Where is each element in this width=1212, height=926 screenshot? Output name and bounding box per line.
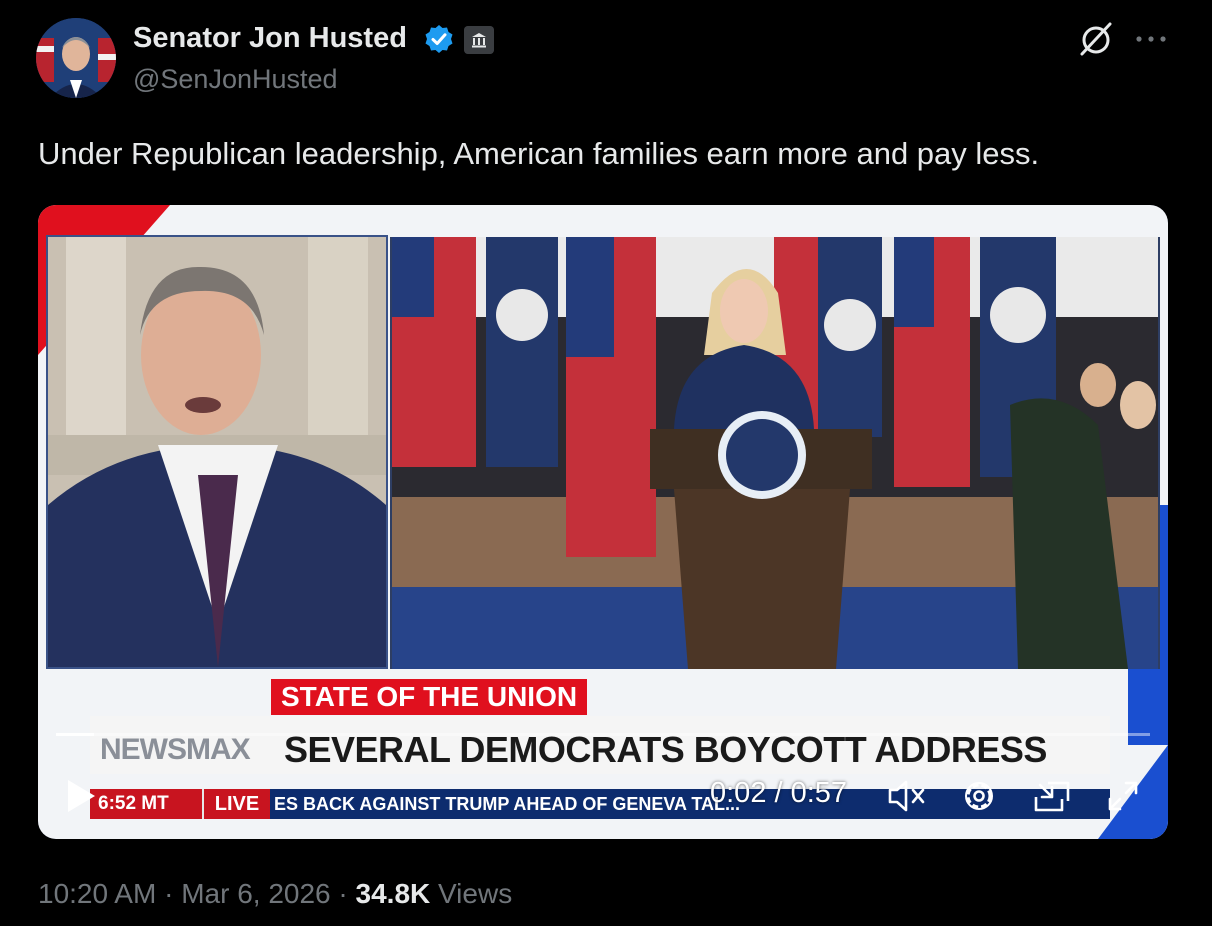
views-count[interactable]: 34.8K — [356, 878, 431, 909]
views-label: Views — [430, 878, 513, 909]
government-building-icon[interactable] — [464, 26, 494, 54]
play-button[interactable] — [64, 777, 98, 815]
live-label: LIVE — [202, 789, 270, 819]
post-date[interactable]: Mar 6, 2026 — [181, 878, 330, 909]
more-icon[interactable] — [1134, 26, 1168, 52]
author-name[interactable]: Senator Jon Husted — [133, 22, 407, 55]
channel-logo: NEWSMAX — [100, 733, 251, 766]
video-progress-bar[interactable] — [56, 733, 1150, 736]
verified-badge-icon[interactable] — [424, 24, 454, 54]
tweet-meta: 10:20 AM · Mar 6, 2026 · 34.8K Views — [38, 878, 512, 910]
tweet-text: Under Republican leadership, American fa… — [38, 136, 1040, 171]
video-player[interactable]: STATE OF THE UNION NEWSMAX SEVERAL DEMOC… — [38, 205, 1168, 839]
picture-in-picture-icon[interactable] — [1032, 777, 1072, 815]
broadcast-clock: 6:52 MT — [90, 789, 202, 819]
settings-gear-icon[interactable] — [960, 777, 998, 815]
mute-button[interactable] — [886, 777, 928, 815]
video-progress-fill — [56, 733, 95, 736]
fullscreen-icon[interactable] — [1104, 777, 1142, 815]
avatar-photo — [36, 18, 116, 98]
meta-separator: · — [156, 878, 182, 909]
avatar[interactable] — [36, 18, 116, 98]
video-time-display: 0:02 / 0:57 — [710, 777, 848, 809]
grok-icon[interactable] — [1078, 20, 1114, 58]
author-handle[interactable]: @SenJonHusted — [133, 64, 338, 95]
meta-separator: · — [330, 878, 356, 909]
post-time[interactable]: 10:20 AM — [38, 878, 156, 909]
lower-third-tag: STATE OF THE UNION — [271, 679, 588, 715]
